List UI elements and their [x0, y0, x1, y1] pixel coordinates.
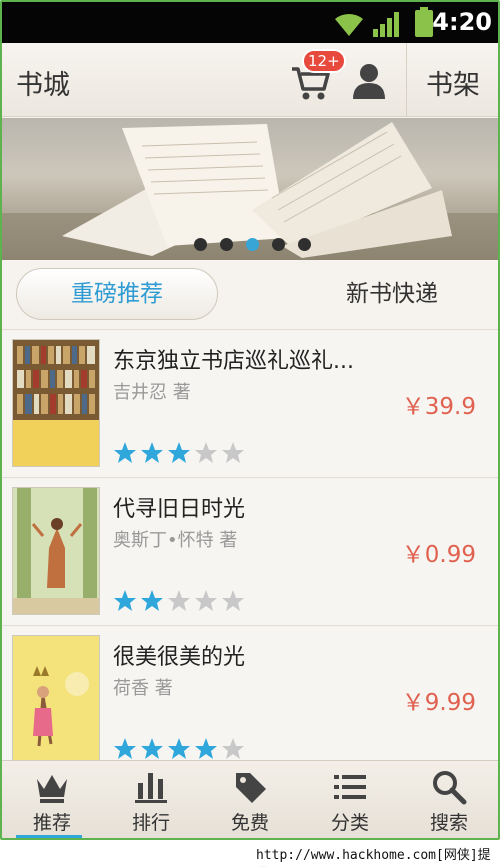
cart-count-badge: 12+: [302, 49, 346, 73]
star-empty-icon: [195, 442, 217, 463]
book-item[interactable]: 东京独立书店巡礼巡礼... 吉井忍 著 ￥39.9: [2, 331, 498, 478]
nav-label: 搜索: [429, 812, 468, 834]
app-frame: 4:20 书城 12+ 书架 重磅推荐 新书快递 东京独立书店巡礼巡礼... 吉…: [0, 0, 500, 840]
signal-icon: [373, 12, 399, 37]
book-cover: [12, 487, 100, 615]
book-cover: [12, 635, 100, 761]
bottom-nav: 推荐 排行 免费 分类 搜索: [2, 760, 498, 838]
star-filled-icon: [168, 442, 190, 463]
nav-search[interactable]: 搜索: [399, 761, 498, 838]
status-bar: 4:20: [2, 2, 498, 43]
star-empty-icon: [222, 590, 244, 611]
tab-new-books[interactable]: 新书快递: [302, 268, 482, 320]
watermark-text: http://www.hackhome.com[网侠]提供: [256, 848, 491, 863]
star-filled-icon: [141, 442, 163, 463]
clock: 4:20: [432, 8, 492, 36]
nav-free[interactable]: 免费: [200, 761, 300, 838]
book-title: 代寻旧日时光: [113, 497, 246, 522]
book-item[interactable]: 很美很美的光 荷香 著 ￥9.99: [2, 627, 498, 761]
battery-icon: [415, 7, 433, 37]
tab-featured[interactable]: 重磅推荐: [16, 268, 218, 320]
star-filled-icon: [114, 590, 136, 611]
book-title: 东京独立书店巡礼巡礼...: [113, 349, 354, 374]
star-empty-icon: [222, 738, 244, 759]
book-item[interactable]: 代寻旧日时光 奥斯丁•怀特 著 ￥0.99: [2, 479, 498, 626]
book-cover: [12, 339, 100, 467]
pagination-dot-active[interactable]: [246, 238, 259, 251]
nav-ranking[interactable]: 排行: [101, 761, 201, 838]
pagination-dot[interactable]: [272, 238, 285, 251]
book-list: 东京独立书店巡礼巡礼... 吉井忍 著 ￥39.9 代寻旧日时光 奥斯丁•怀特 …: [2, 331, 498, 761]
bookshelf-button[interactable]: 书架: [426, 63, 480, 102]
book-author: 奥斯丁•怀特 著: [113, 530, 238, 551]
page-title: 书城: [16, 70, 70, 101]
active-indicator: [16, 835, 82, 838]
header-divider: [406, 43, 407, 117]
book-title: 很美很美的光: [113, 645, 246, 670]
book-price: ￥39.9: [401, 394, 476, 420]
star-filled-icon: [114, 738, 136, 759]
star-empty-icon: [195, 590, 217, 611]
book-author: 吉井忍 著: [113, 382, 191, 403]
crown-icon: [37, 775, 67, 803]
app-header: 书城 12+ 书架: [2, 43, 498, 117]
star-filled-icon: [141, 590, 163, 611]
bar-chart-icon: [135, 773, 167, 803]
nav-label: 分类: [330, 812, 369, 834]
nav-label: 推荐: [32, 812, 71, 834]
tab-bar: 重磅推荐 新书快递: [2, 260, 498, 330]
pagination-dot[interactable]: [194, 238, 207, 251]
search-icon: [433, 771, 467, 805]
book-author: 荷香 著: [113, 678, 173, 699]
nav-recommend[interactable]: 推荐: [2, 761, 102, 838]
star-filled-icon: [195, 738, 217, 759]
star-filled-icon: [114, 442, 136, 463]
user-icon[interactable]: [352, 61, 386, 101]
star-filled-icon: [141, 738, 163, 759]
nav-label: 排行: [131, 812, 170, 834]
star-empty-icon: [168, 590, 190, 611]
list-icon: [334, 775, 366, 799]
pagination-dot[interactable]: [298, 238, 311, 251]
nav-label: 免费: [230, 812, 269, 834]
star-filled-icon: [168, 738, 190, 759]
tag-icon: [236, 773, 266, 803]
nav-category[interactable]: 分类: [300, 761, 400, 838]
book-price: ￥0.99: [401, 542, 476, 568]
book-price: ￥9.99: [401, 690, 476, 716]
wifi-icon: [335, 13, 363, 36]
star-empty-icon: [222, 442, 244, 463]
pagination-dot[interactable]: [220, 238, 233, 251]
